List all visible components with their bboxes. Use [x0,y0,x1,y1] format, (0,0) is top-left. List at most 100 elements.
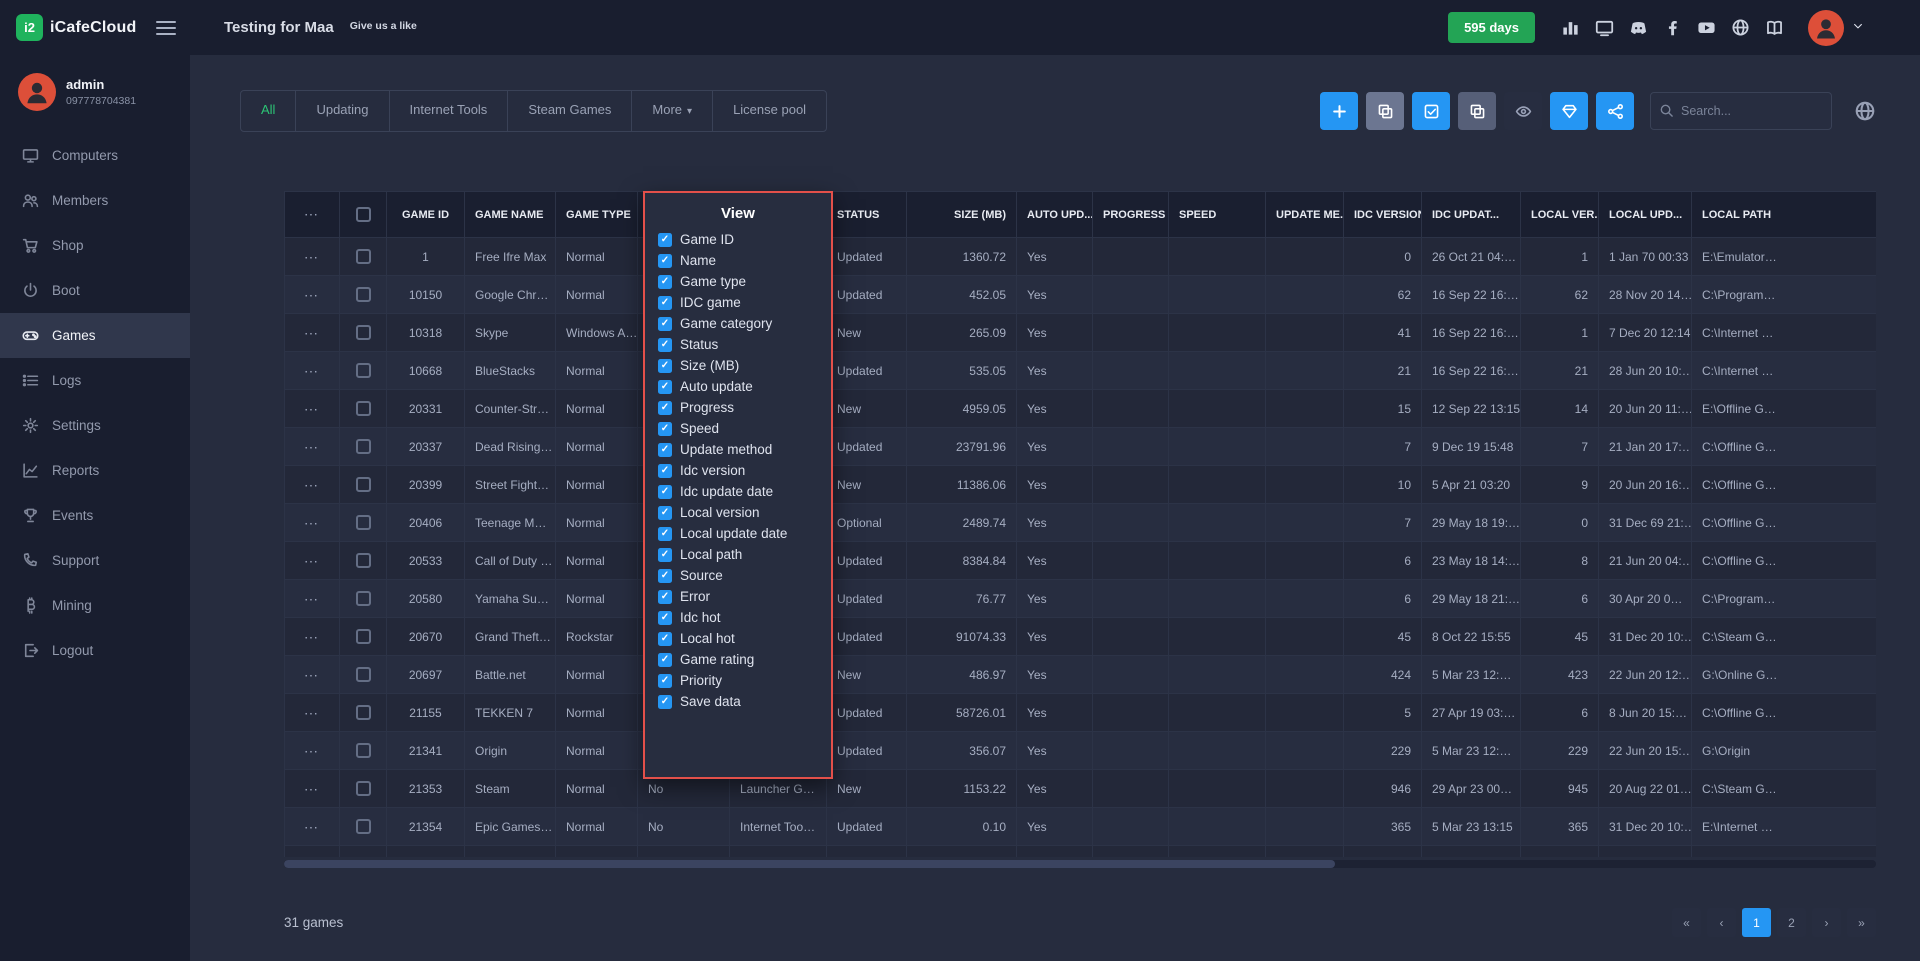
column-header[interactable]: GAME TYPE [556,192,638,238]
view-option[interactable]: ✓Idc hot [645,607,831,628]
copy-button[interactable] [1366,92,1404,130]
view-option[interactable]: ✓IDC game [645,292,831,313]
row-actions-button[interactable]: ∙∙∙ [305,633,319,644]
sidebar-item-computers[interactable]: Computers [0,133,190,178]
page-button[interactable]: 2 [1777,908,1806,937]
column-header[interactable]: STATUS [827,192,907,238]
sidebar-item-settings[interactable]: Settings [0,403,190,448]
row-checkbox[interactable] [356,667,371,682]
view-option[interactable]: ✓Priority [645,670,831,691]
row-actions-button[interactable]: ∙∙∙ [305,291,319,302]
column-header[interactable]: GAME ID [387,192,465,238]
days-remaining-badge[interactable]: 595 days [1448,12,1535,43]
menu-toggle-icon[interactable] [156,17,176,39]
view-option[interactable]: ✓Local version [645,502,831,523]
column-header[interactable]: LOCAL PATH [1692,192,1877,238]
row-actions-button[interactable]: ∙∙∙ [305,405,319,416]
column-header[interactable]: IDC VERSION [1344,192,1422,238]
view-option[interactable]: ✓Auto update [645,376,831,397]
search-input[interactable] [1650,92,1832,130]
sidebar-item-members[interactable]: Members [0,178,190,223]
give-us-a-like-link[interactable]: Give us a like [350,20,417,32]
youtube-icon[interactable] [1697,18,1716,37]
view-option[interactable]: ✓Save data [645,691,831,712]
row-actions-button[interactable]: ∙∙∙ [305,367,319,378]
view-option[interactable]: ✓Game category [645,313,831,334]
sidebar-item-reports[interactable]: Reports [0,448,190,493]
globe-icon[interactable] [1731,18,1750,37]
manual-icon[interactable] [1765,18,1784,37]
user-menu[interactable] [1808,10,1864,46]
sidebar-item-logs[interactable]: Logs [0,358,190,403]
row-checkbox[interactable] [356,705,371,720]
view-option[interactable]: ✓Status [645,334,831,355]
view-option[interactable]: ✓Source [645,565,831,586]
view-option[interactable]: ✓Idc update date [645,481,831,502]
facebook-icon[interactable] [1663,18,1682,37]
sidebar-user-card[interactable]: admin 097778704381 [0,55,190,123]
sidebar-item-shop[interactable]: Shop [0,223,190,268]
view-option[interactable]: ✓Game type [645,271,831,292]
view-option[interactable]: ✓Size (MB) [645,355,831,376]
row-checkbox[interactable] [356,629,371,644]
view-option[interactable]: ✓Name [645,250,831,271]
view-option[interactable]: ✓Idc version [645,460,831,481]
batch-select-button[interactable] [1412,92,1450,130]
view-option[interactable]: ✓Progress [645,397,831,418]
view-option[interactable]: ✓Game rating [645,649,831,670]
view-option[interactable]: ✓Local path [645,544,831,565]
premium-button[interactable] [1550,92,1588,130]
row-actions-button[interactable]: ∙∙∙ [305,481,319,492]
row-checkbox[interactable] [356,781,371,796]
row-actions-button[interactable]: ∙∙∙ [305,823,319,834]
sidebar-item-events[interactable]: Events [0,493,190,538]
tab-updating[interactable]: Updating [296,91,389,131]
row-actions-button[interactable]: ∙∙∙ [305,785,319,796]
tab-more[interactable]: More▾ [632,91,713,131]
row-checkbox[interactable] [356,591,371,606]
view-option[interactable]: ✓Error [645,586,831,607]
page-button[interactable]: « [1672,908,1701,937]
column-header[interactable]: SPEED [1169,192,1266,238]
row-actions-button[interactable]: ∙∙∙ [305,709,319,720]
column-header[interactable]: GAME NAME [465,192,556,238]
column-header[interactable]: LOCAL VER... [1521,192,1599,238]
column-header[interactable]: AUTO UPD... [1017,192,1093,238]
language-globe-icon[interactable] [1854,100,1876,122]
column-header[interactable]: SIZE (MB) [907,192,1017,238]
view-option[interactable]: ✓Game ID [645,229,831,250]
tab-all[interactable]: All [241,91,296,131]
view-option[interactable]: ✓Local update date [645,523,831,544]
row-checkbox[interactable] [356,249,371,264]
horizontal-scrollbar[interactable] [284,860,1876,868]
add-game-button[interactable] [1320,92,1358,130]
row-checkbox[interactable] [356,287,371,302]
row-checkbox[interactable] [356,515,371,530]
page-button[interactable]: » [1847,908,1876,937]
page-button-current[interactable]: 1 [1742,908,1771,937]
sync-button[interactable] [1596,92,1634,130]
row-checkbox[interactable] [356,743,371,758]
column-header[interactable]: LOCAL UPD... [1599,192,1692,238]
sidebar-item-games[interactable]: Games [0,313,190,358]
column-header[interactable]: UPDATE ME... [1266,192,1344,238]
sidebar-item-support[interactable]: Support [0,538,190,583]
row-actions-button[interactable]: ∙∙∙ [305,443,319,454]
view-option[interactable]: ✓Speed [645,418,831,439]
row-actions-button[interactable]: ∙∙∙ [305,519,319,530]
page-button[interactable]: ‹ [1707,908,1736,937]
discord-icon[interactable] [1629,18,1648,37]
sidebar-item-logout[interactable]: Logout [0,628,190,673]
tab-license-pool[interactable]: License pool [713,91,826,131]
visibility-button[interactable] [1504,92,1542,130]
tab-internet-tools[interactable]: Internet Tools [390,91,509,131]
view-option[interactable]: ✓Update method [645,439,831,460]
row-actions-button[interactable]: ∙∙∙ [305,671,319,682]
column-header[interactable]: PROGRESS [1093,192,1169,238]
row-checkbox[interactable] [356,477,371,492]
row-checkbox[interactable] [356,819,371,834]
select-all-checkbox[interactable] [356,207,371,222]
duplicate-button[interactable] [1458,92,1496,130]
row-checkbox[interactable] [356,553,371,568]
row-checkbox[interactable] [356,439,371,454]
